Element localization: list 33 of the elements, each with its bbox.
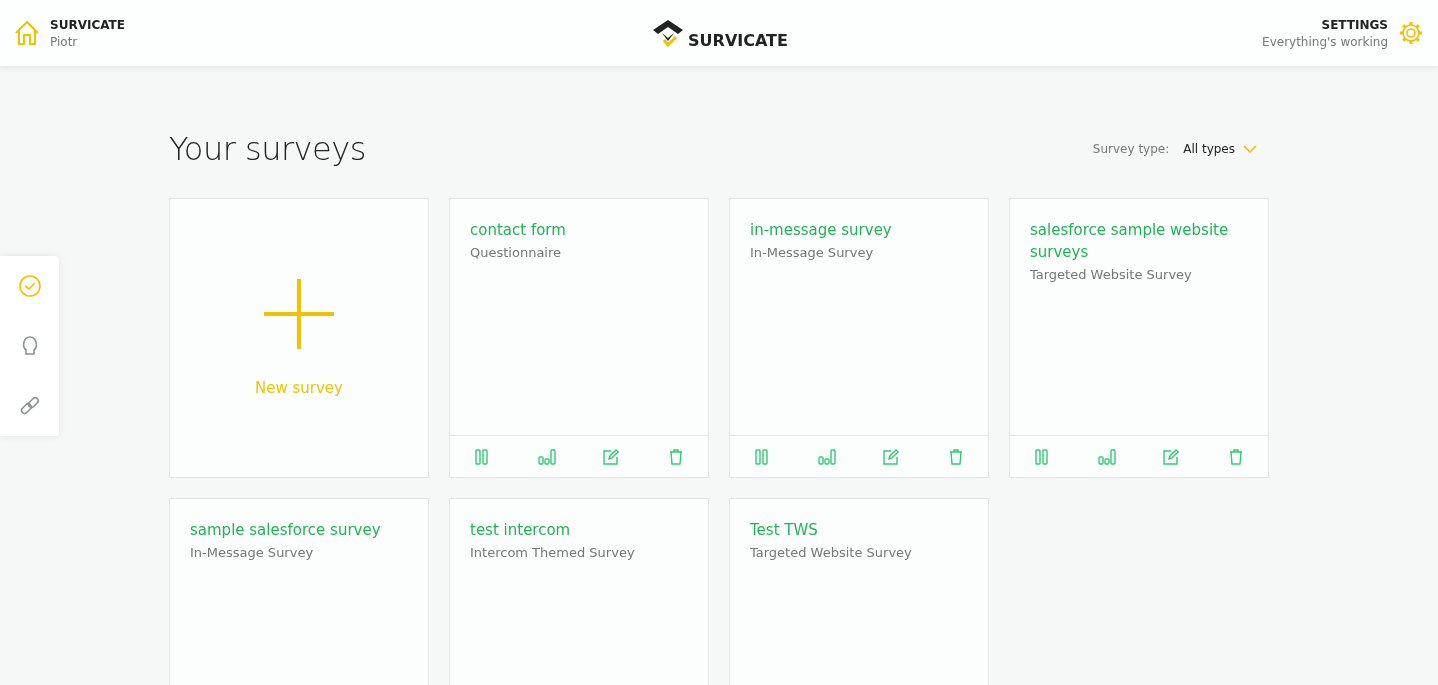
page-title: Your surveys — [169, 130, 366, 168]
new-survey-card[interactable]: New survey — [169, 198, 429, 478]
survey-title[interactable]: sample salesforce survey — [190, 519, 408, 541]
bar-chart-icon[interactable] — [1097, 447, 1116, 466]
settings-link[interactable]: SETTINGS — [1321, 17, 1388, 32]
home-icon[interactable] — [14, 20, 40, 46]
account-name: SURVICATE — [50, 17, 125, 32]
check-circle-icon[interactable] — [17, 274, 42, 298]
edit-icon[interactable] — [602, 447, 621, 466]
settings-icon[interactable] — [1398, 20, 1424, 46]
survey-title[interactable]: in-message survey — [750, 219, 968, 241]
survey-type: Questionnaire — [470, 245, 563, 260]
plus-icon — [264, 279, 334, 349]
edit-icon[interactable] — [882, 447, 901, 466]
logo-text: SURVICATE — [688, 31, 788, 50]
bar-chart-icon[interactable] — [537, 447, 556, 466]
survey-type: Targeted Website Survey — [750, 545, 913, 560]
survey-type-dropdown[interactable]: All types — [1183, 142, 1257, 156]
chevron-down-icon — [1243, 145, 1257, 153]
survey-type: In-Message Survey — [750, 245, 875, 260]
status-text: Everything's working — [1262, 34, 1388, 49]
survey-type: In-Message Survey — [190, 545, 315, 560]
survey-type: Intercom Themed Survey — [470, 545, 636, 560]
user-name: Piotr — [50, 34, 79, 49]
filter-label: Survey type: — [1092, 142, 1170, 156]
survey-title[interactable]: Test TWS — [750, 519, 968, 541]
bar-chart-icon[interactable] — [817, 447, 836, 466]
survey-title[interactable]: test intercom — [470, 519, 688, 541]
survey-type: Targeted Website Survey — [1030, 267, 1193, 282]
survey-title[interactable]: contact form — [470, 219, 688, 241]
new-survey-label: New survey — [255, 379, 343, 397]
survey-title[interactable]: salesforce sample website surveys — [1030, 219, 1248, 263]
edit-icon[interactable] — [1162, 447, 1181, 466]
